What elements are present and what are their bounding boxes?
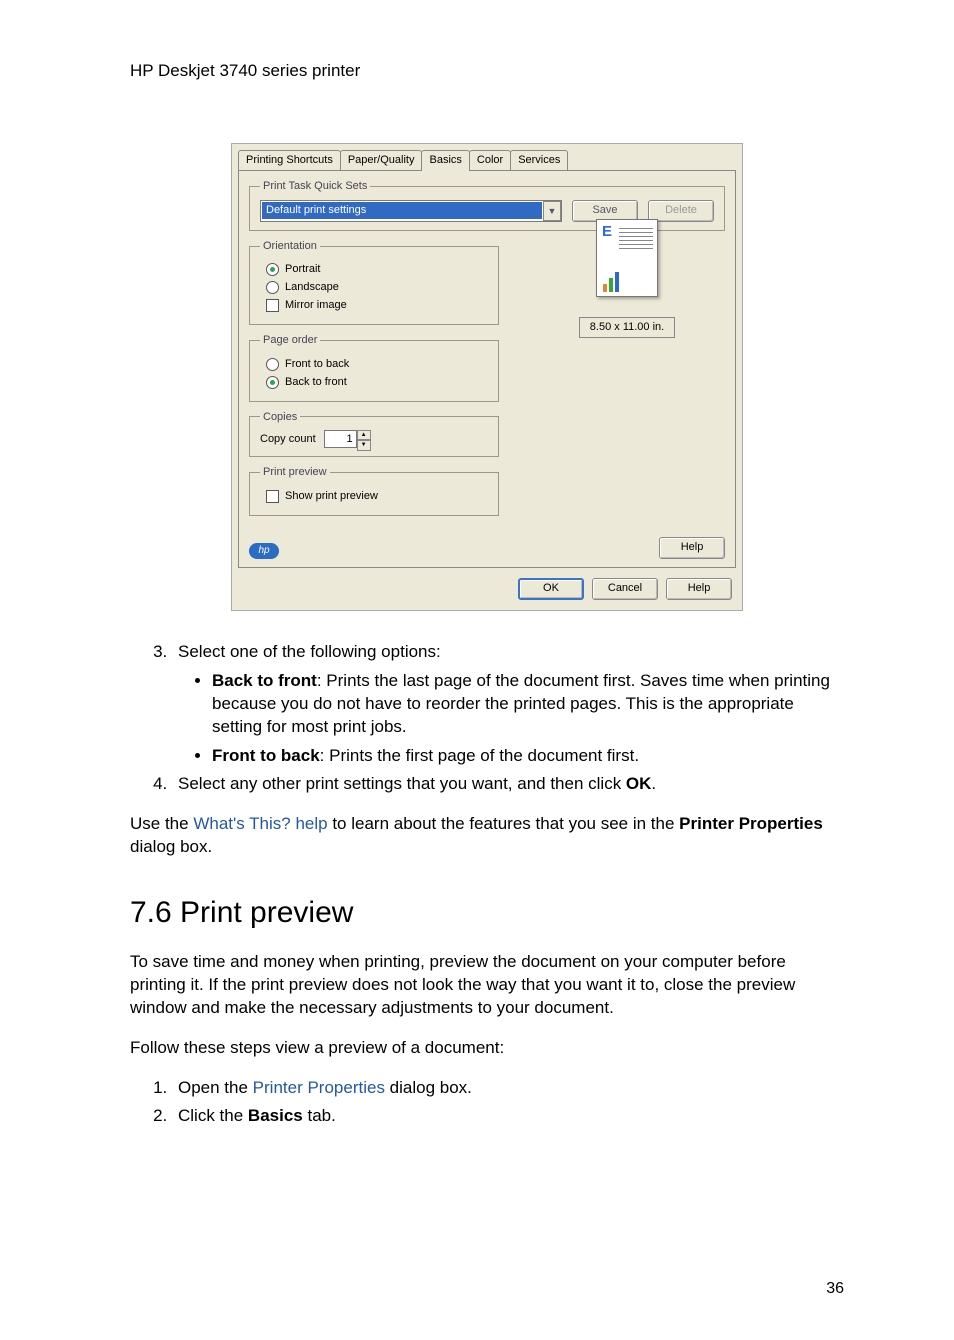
- option-back-to-front: Back to front: [212, 671, 317, 690]
- paper-size-label: 8.50 x 11.00 in.: [579, 317, 675, 338]
- checkbox-show-print-preview[interactable]: Show print preview: [266, 489, 488, 504]
- paragraph-steps-intro: Follow these steps view a preview of a d…: [130, 1037, 844, 1060]
- group-page-order: Page order Front to back Back to front: [249, 333, 499, 402]
- tab-panel-basics: Print Task Quick Sets Default print sett…: [238, 170, 736, 568]
- radio-icon: [266, 263, 279, 276]
- copy-count-label: Copy count: [260, 432, 316, 447]
- page-header: HP Deskjet 3740 series printer: [130, 60, 844, 83]
- tab-basics[interactable]: Basics: [421, 150, 469, 171]
- checkbox-icon: [266, 299, 279, 312]
- copy-count-value[interactable]: 1: [324, 430, 357, 448]
- ordered-steps-list: Select one of the following options: Bac…: [130, 641, 844, 797]
- list-item: Select any other print settings that you…: [172, 773, 844, 796]
- checkbox-icon: [266, 490, 279, 503]
- group-copies: Copies Copy count 1 ▲▼: [249, 410, 499, 458]
- tab-strip: Printing Shortcuts Paper/Quality Basics …: [232, 144, 742, 170]
- radio-icon: [266, 376, 279, 389]
- ok-button[interactable]: OK: [518, 578, 584, 600]
- paragraph-use-whats-this: Use the What's This? help to learn about…: [130, 813, 844, 859]
- tab-color[interactable]: Color: [469, 150, 511, 170]
- list-item: Open the Printer Properties dialog box.: [172, 1077, 844, 1100]
- group-print-preview: Print preview Show print preview: [249, 465, 499, 516]
- legend-page-order: Page order: [260, 333, 320, 348]
- document-page: HP Deskjet 3740 series printer Printing …: [0, 0, 954, 1340]
- page-preview-panel: E 8.50 x 11.00 in.: [537, 219, 717, 338]
- checkbox-mirror-image[interactable]: Mirror image: [266, 298, 488, 313]
- dialog-footer-buttons: OK Cancel Help: [232, 572, 742, 610]
- list-item: Front to back: Prints the first page of …: [212, 745, 844, 768]
- spinner-icon[interactable]: ▲▼: [357, 430, 371, 448]
- legend-print-preview: Print preview: [260, 465, 330, 480]
- paragraph-print-preview-intro: To save time and money when printing, pr…: [130, 951, 844, 1020]
- tab-paper-quality[interactable]: Paper/Quality: [340, 150, 423, 170]
- link-printer-properties[interactable]: Printer Properties: [253, 1078, 385, 1097]
- list-item: Back to front: Prints the last page of t…: [212, 670, 844, 739]
- quick-sets-selected: Default print settings: [262, 202, 542, 219]
- link-whats-this-help[interactable]: What's This? help: [193, 814, 327, 833]
- chevron-down-icon[interactable]: ▼: [543, 201, 561, 221]
- list-item: Click the Basics tab.: [172, 1105, 844, 1128]
- radio-portrait[interactable]: Portrait: [266, 262, 488, 277]
- radio-back-to-front[interactable]: Back to front: [266, 375, 488, 390]
- ordered-steps-list-preview: Open the Printer Properties dialog box. …: [130, 1077, 844, 1129]
- page-number: 36: [130, 1278, 844, 1300]
- help-button-outer[interactable]: Help: [666, 578, 732, 600]
- radio-icon: [266, 281, 279, 294]
- legend-copies: Copies: [260, 410, 300, 425]
- radio-landscape[interactable]: Landscape: [266, 280, 488, 295]
- list-item: Select one of the following options: Bac…: [172, 641, 844, 768]
- legend-quick-sets: Print Task Quick Sets: [260, 179, 370, 194]
- option-front-to-back: Front to back: [212, 746, 320, 765]
- copy-count-stepper[interactable]: 1 ▲▼: [324, 430, 371, 448]
- quick-sets-dropdown[interactable]: Default print settings ▼: [260, 200, 562, 222]
- tab-printing-shortcuts[interactable]: Printing Shortcuts: [238, 150, 341, 170]
- options-bullet-list: Back to front: Prints the last page of t…: [178, 670, 844, 768]
- group-orientation: Orientation Portrait Landscape Mirror im…: [249, 239, 499, 325]
- tab-services[interactable]: Services: [510, 150, 568, 170]
- hp-logo-icon: hp: [249, 543, 279, 559]
- printer-properties-dialog: Printing Shortcuts Paper/Quality Basics …: [231, 143, 743, 611]
- radio-icon: [266, 358, 279, 371]
- cancel-button[interactable]: Cancel: [592, 578, 658, 600]
- section-heading-print-preview: 7.6 Print preview: [130, 893, 844, 934]
- page-preview-icon: E: [596, 219, 658, 297]
- help-button[interactable]: Help: [659, 537, 725, 559]
- radio-front-to-back[interactable]: Front to back: [266, 357, 488, 372]
- legend-orientation: Orientation: [260, 239, 320, 254]
